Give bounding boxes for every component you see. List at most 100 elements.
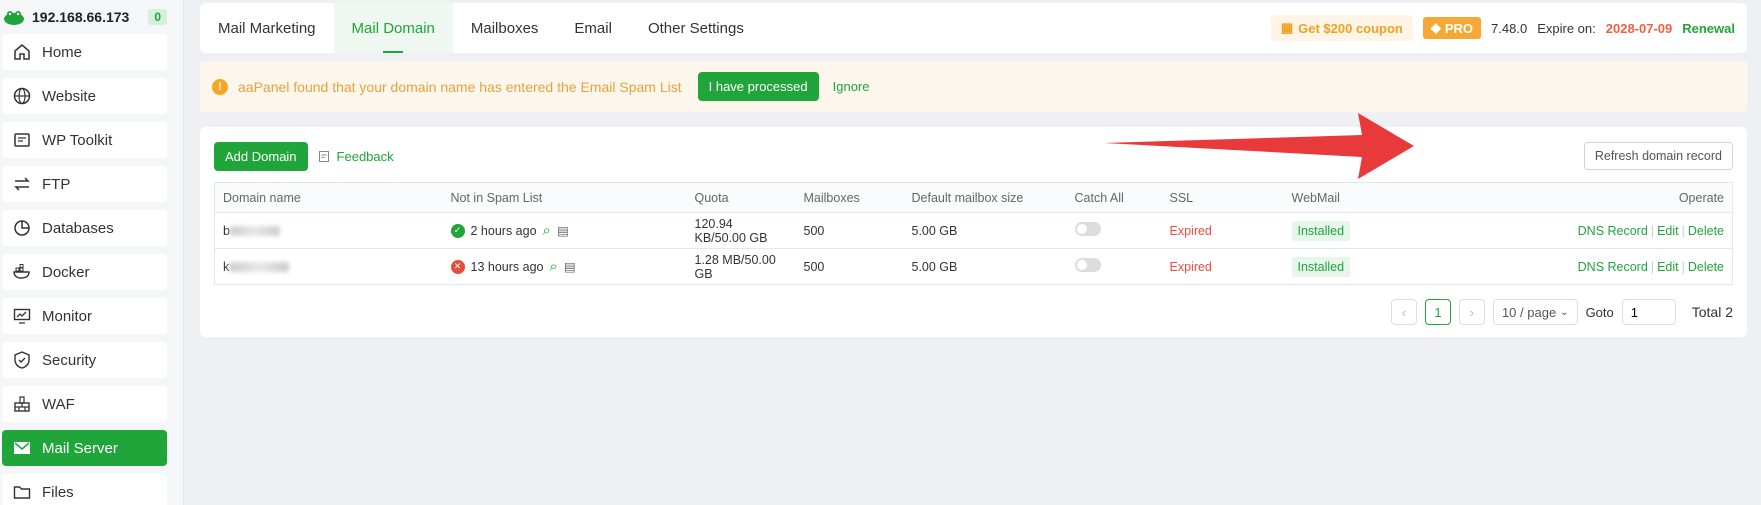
notification-badge[interactable]: 0 bbox=[148, 9, 167, 25]
divider: | bbox=[1681, 223, 1685, 238]
sidebar-item-label: Mail Server bbox=[42, 439, 118, 457]
sidebar-item-home[interactable]: Home bbox=[2, 34, 167, 70]
sidebar-item-label: WAF bbox=[42, 395, 75, 413]
page-number[interactable]: 1 bbox=[1424, 299, 1451, 325]
col-domain-name: Domain name bbox=[214, 182, 443, 213]
operate-cell: DNS Record | Edit | Delete bbox=[1393, 212, 1733, 249]
tab-mail-marketing[interactable]: Mail Marketing bbox=[200, 3, 334, 53]
sidebar-item-security[interactable]: Security bbox=[2, 342, 167, 378]
x-circle-icon: ✕ bbox=[450, 259, 465, 274]
tab-email[interactable]: Email bbox=[556, 3, 630, 53]
feedback-label: Feedback bbox=[336, 148, 394, 164]
sidebar-item-databases[interactable]: Databases bbox=[2, 210, 167, 246]
sidebar-item-mail-server[interactable]: Mail Server bbox=[2, 430, 167, 466]
goto-input[interactable] bbox=[1621, 299, 1676, 325]
divider: | bbox=[1681, 259, 1685, 274]
sidebar-item-label: WP Toolkit bbox=[42, 131, 113, 149]
page-size-select[interactable]: 10 / page ⌄ bbox=[1492, 299, 1578, 325]
webmail-status[interactable]: Installed bbox=[1291, 220, 1351, 241]
ssl-status[interactable]: Expired bbox=[1170, 224, 1212, 238]
prev-page-button[interactable]: ‹ bbox=[1390, 299, 1417, 325]
folder-icon bbox=[13, 486, 31, 499]
tab-other-settings[interactable]: Other Settings bbox=[630, 3, 762, 53]
version: 7.48.0 bbox=[1491, 20, 1528, 36]
spam-cell: ✓ 2 hours ago ⌕ ▤ bbox=[442, 212, 687, 249]
docker-icon bbox=[13, 264, 30, 279]
ftp-icon bbox=[14, 177, 30, 191]
panel-toolbar: Add Domain Feedback Refresh domain recor… bbox=[214, 141, 1733, 171]
renewal-link[interactable]: Renewal bbox=[1682, 21, 1735, 36]
server-header: 192.168.66.173 0 bbox=[0, 0, 183, 34]
refresh-domain-record-button[interactable]: Refresh domain record bbox=[1583, 142, 1733, 170]
search-icon[interactable]: ⌕ bbox=[549, 258, 557, 275]
chevron-down-icon: ⌄ bbox=[1560, 306, 1569, 318]
sidebar-item-label: Monitor bbox=[42, 307, 93, 325]
log-icon[interactable]: ▤ bbox=[564, 259, 576, 274]
sidebar-item-label: Databases bbox=[42, 219, 114, 237]
sidebar-item-wp-toolkit[interactable]: WP Toolkit bbox=[2, 122, 167, 158]
spam-time: 2 hours ago bbox=[470, 223, 537, 238]
sidebar-item-files[interactable]: Files bbox=[2, 474, 167, 505]
sidebar: 192.168.66.173 0 Home Website WP Toolkit… bbox=[0, 0, 184, 505]
domain-panel: Add Domain Feedback Refresh domain recor… bbox=[200, 127, 1747, 337]
goto-label: Goto bbox=[1585, 304, 1614, 320]
sidebar-item-label: Home bbox=[42, 43, 83, 61]
edit-link[interactable]: Edit bbox=[1657, 224, 1679, 238]
pagination: ‹ 1 › 10 / page⌄ Goto Total 2 bbox=[214, 299, 1733, 325]
table-header: Domain name Not in Spam List Quota Mailb… bbox=[214, 182, 1733, 213]
coupon-icon: ▦ bbox=[1280, 20, 1294, 35]
size-cell: 5.00 GB bbox=[903, 248, 1067, 285]
search-icon[interactable]: ⌕ bbox=[543, 222, 551, 239]
dns-record-link[interactable]: DNS Record bbox=[1578, 260, 1648, 274]
waf-icon bbox=[14, 396, 30, 412]
coupon-button[interactable]: ▦ Get $200 coupon bbox=[1270, 15, 1413, 41]
add-domain-button[interactable]: Add Domain bbox=[214, 141, 308, 171]
domain-cell: k bbox=[214, 248, 443, 285]
next-page-button[interactable]: › bbox=[1458, 299, 1485, 325]
pro-label: PRO bbox=[1444, 20, 1474, 36]
size-cell: 5.00 GB bbox=[903, 212, 1067, 249]
col-webmail: WebMail bbox=[1283, 182, 1394, 213]
log-icon[interactable]: ▤ bbox=[557, 223, 569, 238]
feedback-link[interactable]: Feedback bbox=[318, 149, 394, 164]
sidebar-item-label: Security bbox=[42, 351, 97, 369]
sidebar-item-website[interactable]: Website bbox=[2, 78, 167, 114]
quota-cell: 1.28 MB/50.00 GB bbox=[686, 248, 796, 285]
catch-all-cell bbox=[1066, 212, 1162, 249]
webmail-cell: Installed bbox=[1283, 212, 1394, 249]
sidebar-item-label: FTP bbox=[42, 175, 71, 193]
sidebar-item-ftp[interactable]: FTP bbox=[2, 166, 167, 202]
col-catch-all: Catch All bbox=[1066, 182, 1162, 213]
globe-icon bbox=[13, 87, 31, 105]
main-content: Mail Marketing Mail Domain Mailboxes Ema… bbox=[184, 0, 1761, 505]
ssl-cell: Expired bbox=[1161, 212, 1284, 249]
expire-label: Expire on: bbox=[1537, 20, 1596, 36]
edit-link[interactable]: Edit bbox=[1657, 260, 1679, 274]
wp-icon bbox=[14, 133, 30, 147]
sidebar-item-docker[interactable]: Docker bbox=[2, 254, 167, 290]
catch-all-toggle[interactable] bbox=[1074, 222, 1101, 236]
tab-mailboxes[interactable]: Mailboxes bbox=[453, 3, 557, 53]
diamond-icon: ◆ bbox=[1430, 20, 1441, 35]
check-circle-icon: ✓ bbox=[450, 223, 465, 238]
ssl-cell: Expired bbox=[1161, 248, 1284, 285]
tab-mail-domain[interactable]: Mail Domain bbox=[333, 3, 453, 53]
delete-link[interactable]: Delete bbox=[1688, 260, 1724, 274]
ssl-status[interactable]: Expired bbox=[1170, 260, 1212, 274]
catch-all-toggle[interactable] bbox=[1074, 258, 1101, 272]
page-size-value: 10 / page bbox=[1501, 304, 1557, 320]
webmail-status[interactable]: Installed bbox=[1291, 256, 1351, 277]
spam-alert: ! aaPanel found that your domain name ha… bbox=[200, 61, 1747, 112]
dns-record-link[interactable]: DNS Record bbox=[1578, 224, 1648, 238]
domain-prefix: b bbox=[223, 223, 230, 238]
table-row: k ✕ 13 hours ago ⌕ ▤ 1.28 MB/50.00 GB 500 5… bbox=[214, 248, 1733, 285]
monitor-icon bbox=[13, 308, 31, 324]
top-tab-bar: Mail Marketing Mail Domain Mailboxes Ema… bbox=[200, 3, 1747, 53]
shield-icon bbox=[14, 351, 30, 369]
sidebar-item-waf[interactable]: WAF bbox=[2, 386, 167, 422]
ignore-link[interactable]: Ignore bbox=[833, 79, 870, 94]
delete-link[interactable]: Delete bbox=[1688, 224, 1724, 238]
pro-badge[interactable]: ◆ PRO bbox=[1422, 17, 1482, 39]
processed-button[interactable]: I have processed bbox=[697, 72, 819, 101]
sidebar-item-monitor[interactable]: Monitor bbox=[2, 298, 167, 334]
